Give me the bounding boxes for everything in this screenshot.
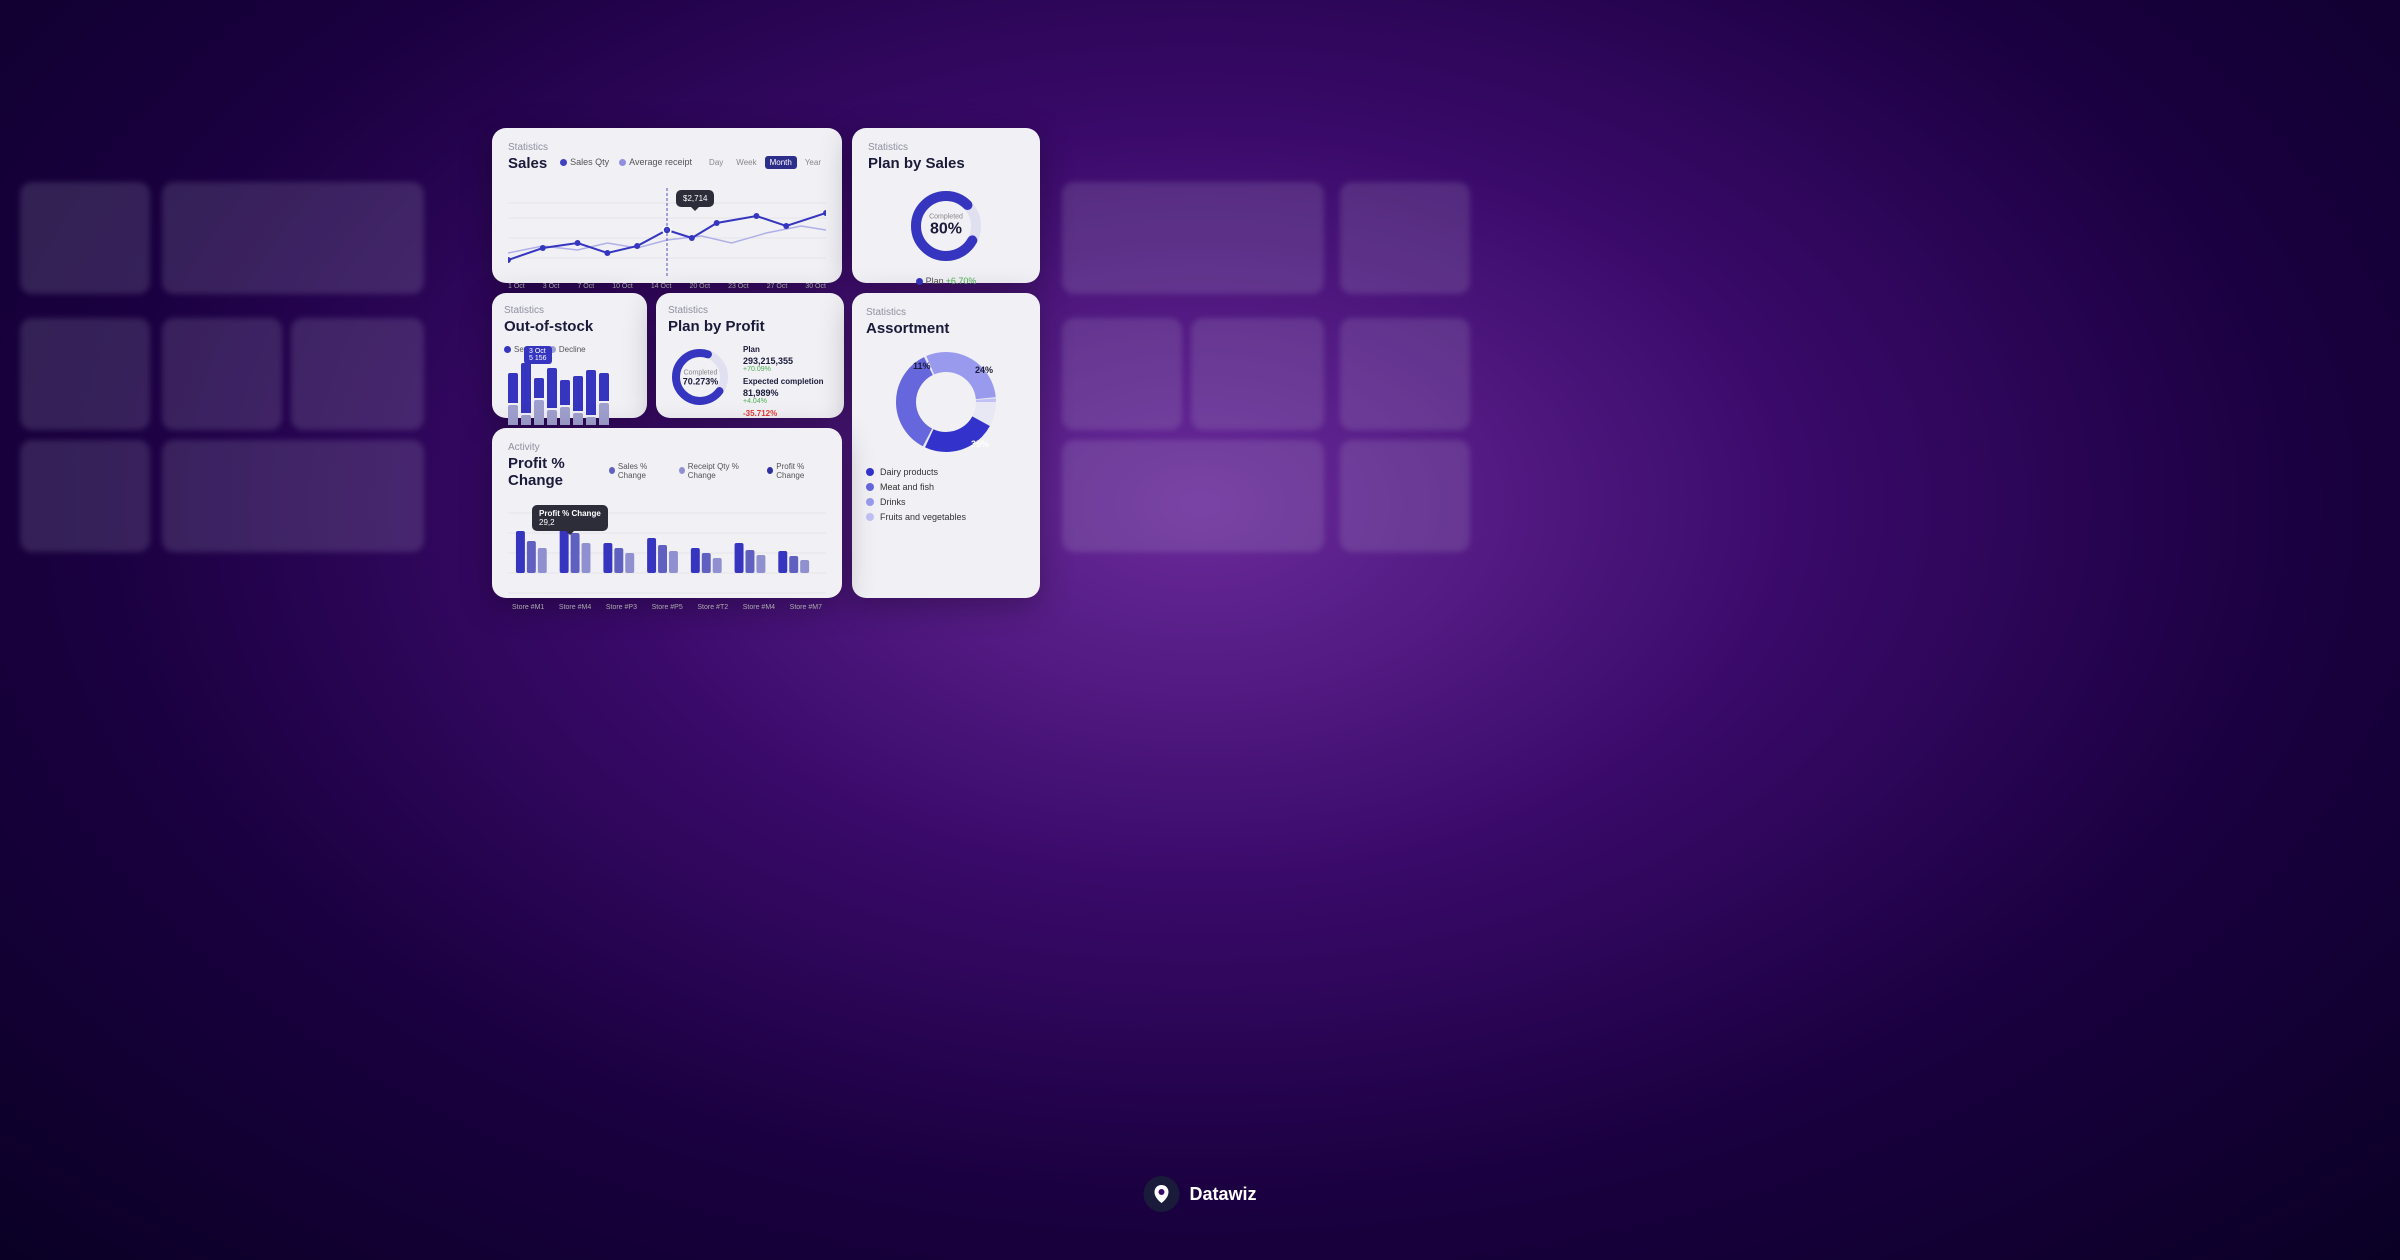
sales-card: Statistics Sales Sales Qty Average recei… <box>492 128 842 283</box>
legend-sales-qty: Sales Qty <box>560 157 609 167</box>
plan-profit-label: Statistics <box>668 305 832 316</box>
sales-tooltip: $2,714 <box>676 190 714 207</box>
logo-icon <box>1143 1176 1179 1212</box>
segment-label-35: 35% <box>971 439 989 449</box>
plan-sales-donut-container: Completed 80% Plan +6.70% Expected compl… <box>868 182 1024 302</box>
plan-sales-title: Plan by Sales <box>868 155 1024 172</box>
profit-change-card: Activity Profit % Change Sales % Change … <box>492 428 842 598</box>
plan-profit-content: Completed 70.273% Plan 293,215,355 +70.0… <box>668 345 832 418</box>
plan-profit-donut: Completed 70.273% <box>668 345 733 410</box>
legend-avg-receipt: Average receipt <box>619 157 692 167</box>
legend-fruits: Fruits and vegetables <box>866 512 1026 522</box>
sales-chart: $2,714 1 <box>508 188 826 278</box>
sales-card-title: Sales <box>508 155 548 172</box>
logo: Datawiz <box>1143 1176 1256 1212</box>
legend-meat: Meat and fish <box>866 482 1026 492</box>
assortment-title: Assortment <box>866 320 1026 337</box>
profit-change-legend: Sales % Change Receipt Qty % Change Prof… <box>609 462 826 480</box>
filter-week[interactable]: Week <box>731 156 761 169</box>
segment-label-11: 11% <box>913 361 931 371</box>
plan-profit-title: Plan by Profit <box>668 318 832 335</box>
profit-change-card-label: Activity <box>508 442 609 453</box>
assortment-card: Statistics Assortment 11% 24% 35% Dairy … <box>852 293 1040 598</box>
segment-label-24: 24% <box>975 365 993 375</box>
plan-profit-stats: Plan 293,215,355 +70.09% Expected comple… <box>743 345 823 418</box>
out-stock-label: Statistics <box>504 305 635 316</box>
filter-month[interactable]: Month <box>765 156 797 169</box>
plan-sales-legend: Plan +6.70% <box>916 276 977 286</box>
out-stock-card: Statistics Out-of-stock Severity Decline… <box>492 293 647 418</box>
profit-change-tooltip: Profit % Change 29,2 <box>532 505 608 531</box>
legend-dairy: Dairy products <box>866 467 1026 477</box>
assortment-donut: 11% 24% 35% <box>891 347 1001 457</box>
filter-day[interactable]: Day <box>704 156 728 169</box>
filter-year[interactable]: Year <box>800 156 826 169</box>
logo-text: Datawiz <box>1189 1184 1256 1205</box>
out-stock-tooltip: 3 Oct5 156 <box>524 346 552 364</box>
assortment-legend: Dairy products Meat and fish Drinks Frui… <box>866 467 1026 522</box>
neg-percent: -35.712% <box>743 409 777 418</box>
plan-sales-card: Statistics Plan by Sales Completed 80% P… <box>852 128 1040 283</box>
out-stock-chart: 3 Oct5 156 <box>504 360 635 425</box>
legend-drinks: Drinks <box>866 497 1026 507</box>
plan-profit-card: Statistics Plan by Profit Completed 70.2… <box>656 293 844 418</box>
plan-sales-label: Statistics <box>868 142 1024 153</box>
sales-card-label: Statistics <box>508 142 548 153</box>
profit-change-chart: Profit % Change 29,2 <box>508 503 826 598</box>
sales-legend: Sales Qty Average receipt <box>560 157 692 167</box>
time-filter-group[interactable]: Day Week Month Year <box>704 156 826 169</box>
plan-sales-donut: Completed 80% <box>906 186 986 266</box>
profit-change-card-title: Profit % Change <box>508 455 609 489</box>
sales-line-chart <box>508 188 826 276</box>
out-stock-title: Out-of-stock <box>504 318 635 335</box>
assortment-label: Statistics <box>866 307 1026 318</box>
